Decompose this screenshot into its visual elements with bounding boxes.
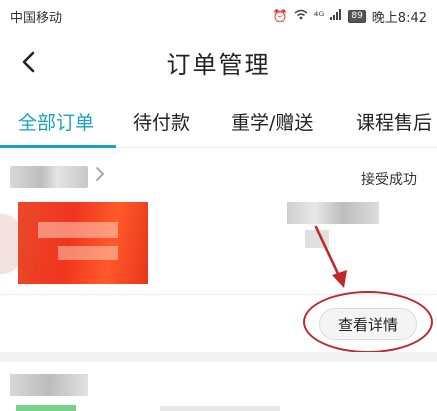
course-thumbnail[interactable] (18, 202, 148, 284)
carrier-label: 中国移动 (10, 10, 63, 26)
battery-indicator: 89 (348, 9, 366, 23)
nav-header: 订单管理 (0, 32, 437, 92)
tab-course-aftersale[interactable]: 课程售后 (356, 108, 432, 135)
signal-icon (330, 9, 342, 23)
order-status: 接受成功 (361, 172, 417, 188)
status-bar: 中国移动 ⏰ ⁴ᴳ 89 晚上8:42 (0, 0, 437, 32)
status-indicators: ⏰ ⁴ᴳ 89 晚上8:42 (273, 7, 427, 26)
tab-pending-payment[interactable]: 待付款 (133, 108, 190, 135)
annotation-circle (303, 291, 433, 353)
course-title-blurred (287, 202, 379, 224)
active-tab-indicator (0, 145, 116, 148)
network-label: ⁴ᴳ (313, 9, 325, 23)
alarm-icon: ⏰ (272, 9, 288, 23)
section-separator (0, 352, 437, 362)
chevron-right-icon[interactable] (95, 166, 105, 186)
wifi-icon (294, 9, 308, 23)
thumbnail-subtext-blurred (58, 246, 118, 260)
annotation-arrow (314, 225, 347, 288)
back-button[interactable] (14, 46, 42, 78)
course-thumbnail-2[interactable] (16, 405, 76, 411)
tab-relearn-gift[interactable]: 重学/赠送 (231, 108, 313, 135)
store-name-blurred-2 (10, 374, 88, 396)
store-name-blurred (10, 166, 88, 188)
chevron-left-icon (22, 51, 35, 73)
order-tabs: 全部订单 待付款 重学/赠送 课程售后 (0, 96, 437, 148)
thumbnail-text-blurred (38, 222, 118, 238)
clock-label: 晚上8:42 (371, 10, 427, 26)
page-title: 订单管理 (166, 50, 271, 79)
tab-all-orders[interactable]: 全部订单 (18, 108, 94, 135)
course-title-blurred-2 (160, 406, 280, 411)
